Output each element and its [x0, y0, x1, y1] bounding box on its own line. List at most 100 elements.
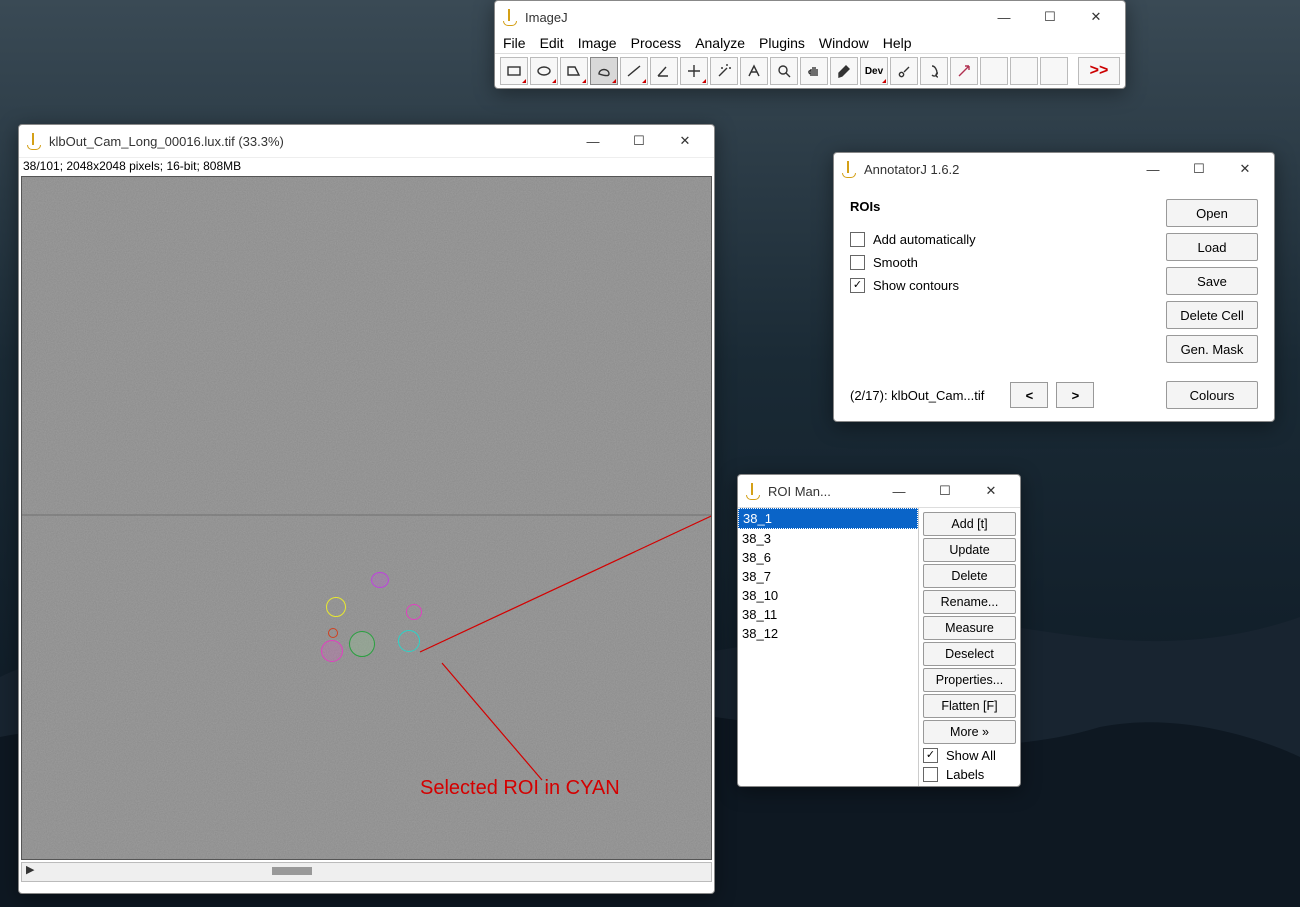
- check-smooth[interactable]: Smooth: [850, 255, 1166, 270]
- menu-analyze[interactable]: Analyze: [695, 35, 745, 51]
- update-button[interactable]: Update: [923, 538, 1016, 562]
- maximize-button[interactable]: ☐: [1176, 154, 1222, 184]
- roi-item[interactable]: 38_6: [738, 548, 918, 567]
- menu-edit[interactable]: Edit: [540, 35, 564, 51]
- image-title: klbOut_Cam_Long_00016.lux.tif (33.3%): [49, 134, 570, 149]
- dev-tool[interactable]: Dev: [860, 57, 888, 85]
- roi-item[interactable]: 38_3: [738, 529, 918, 548]
- image-window: klbOut_Cam_Long_00016.lux.tif (33.3%) — …: [18, 124, 715, 894]
- menu-window[interactable]: Window: [819, 35, 869, 51]
- roi-item[interactable]: 38_10: [738, 586, 918, 605]
- roi-3[interactable]: [321, 640, 343, 662]
- blank1[interactable]: [980, 57, 1008, 85]
- next-button[interactable]: >: [1056, 382, 1094, 408]
- image-info: 38/101; 2048x2048 pixels; 16-bit; 808MB: [19, 157, 714, 174]
- menu-help[interactable]: Help: [883, 35, 912, 51]
- imagej-titlebar[interactable]: ImageJ — ☐ ✕: [495, 1, 1125, 33]
- roi-item[interactable]: 38_12: [738, 624, 918, 643]
- menu-image[interactable]: Image: [578, 35, 617, 51]
- maximize-button[interactable]: ☐: [1027, 2, 1073, 32]
- open-button[interactable]: Open: [1166, 199, 1258, 227]
- maximize-button[interactable]: ☐: [616, 126, 662, 156]
- roi-4[interactable]: [326, 597, 346, 617]
- measure-button[interactable]: Measure: [923, 616, 1016, 640]
- blank2[interactable]: [1010, 57, 1038, 85]
- rois-header: ROIs: [850, 199, 1166, 214]
- load-button[interactable]: Load: [1166, 233, 1258, 261]
- callout-label: Selected ROI in CYAN: [420, 777, 620, 800]
- maximize-button[interactable]: ☐: [922, 476, 968, 506]
- blank3[interactable]: [1040, 57, 1068, 85]
- imagej-menubar: File Edit Image Process Analyze Plugins Window…: [495, 33, 1125, 53]
- roi-item[interactable]: 38_11: [738, 605, 918, 624]
- annotatorj-title: AnnotatorJ 1.6.2: [864, 162, 1130, 177]
- roi-6[interactable]: [371, 572, 389, 588]
- wand-tool[interactable]: [710, 57, 738, 85]
- delete-cell-button[interactable]: Delete Cell: [1166, 301, 1258, 329]
- flatten-f--button[interactable]: Flatten [F]: [923, 694, 1016, 718]
- line-tool[interactable]: [620, 57, 648, 85]
- menu-process[interactable]: Process: [631, 35, 682, 51]
- imagej-icon: [840, 161, 856, 177]
- close-button[interactable]: ✕: [1222, 154, 1268, 184]
- roi-manager-window: ROI Man... — ☐ ✕ 38_138_338_638_738_1038…: [737, 474, 1021, 787]
- arrow-tool[interactable]: [950, 57, 978, 85]
- imagej-icon: [501, 9, 517, 25]
- slice-scrollbar[interactable]: [21, 862, 712, 882]
- dropper-tool[interactable]: [830, 57, 858, 85]
- rename--button[interactable]: Rename...: [923, 590, 1016, 614]
- colours-button[interactable]: Colours: [1166, 381, 1258, 409]
- polygon-tool[interactable]: [560, 57, 588, 85]
- more--button[interactable]: More »: [923, 720, 1016, 744]
- menu-file[interactable]: File: [503, 35, 526, 51]
- roi-item[interactable]: 38_1: [738, 508, 918, 529]
- image-canvas[interactable]: Selected ROI in CYAN: [21, 176, 712, 860]
- point-tool[interactable]: [680, 57, 708, 85]
- angle-tool[interactable]: [650, 57, 678, 85]
- roi-manager-titlebar[interactable]: ROI Man... — ☐ ✕: [738, 475, 1020, 507]
- annotatorj-window: AnnotatorJ 1.6.2 — ☐ ✕ ROIs Add automati…: [833, 152, 1275, 422]
- save-button[interactable]: Save: [1166, 267, 1258, 295]
- roi-5[interactable]: [406, 604, 422, 620]
- add-t--button[interactable]: Add [t]: [923, 512, 1016, 536]
- nav-info: (2/17): klbOut_Cam...tif: [850, 388, 984, 403]
- prev-button[interactable]: <: [1010, 382, 1048, 408]
- roi-2[interactable]: [349, 631, 375, 657]
- imagej-title: ImageJ: [525, 10, 981, 25]
- image-titlebar[interactable]: klbOut_Cam_Long_00016.lux.tif (33.3%) — …: [19, 125, 714, 157]
- imagej-toolbar: Dev >>: [495, 53, 1125, 88]
- zoom-tool[interactable]: [770, 57, 798, 85]
- oval-tool[interactable]: [530, 57, 558, 85]
- close-button[interactable]: ✕: [662, 126, 708, 156]
- text-tool[interactable]: [740, 57, 768, 85]
- gen-mask-button[interactable]: Gen. Mask: [1166, 335, 1258, 363]
- menu-plugins[interactable]: Plugins: [759, 35, 805, 51]
- minimize-button[interactable]: —: [876, 476, 922, 506]
- flood-tool[interactable]: [920, 57, 948, 85]
- properties--button[interactable]: Properties...: [923, 668, 1016, 692]
- close-button[interactable]: ✕: [968, 476, 1014, 506]
- minimize-button[interactable]: —: [981, 2, 1027, 32]
- check-show-contours[interactable]: ✓Show contours: [850, 278, 1166, 293]
- check-add-automatically[interactable]: Add automatically: [850, 232, 1166, 247]
- close-button[interactable]: ✕: [1073, 2, 1119, 32]
- hand-tool[interactable]: [800, 57, 828, 85]
- roi-1[interactable]: [398, 630, 420, 652]
- deselect-button[interactable]: Deselect: [923, 642, 1016, 666]
- roi-list[interactable]: 38_138_338_638_738_1038_1138_12: [738, 508, 918, 786]
- brush-tool[interactable]: [890, 57, 918, 85]
- annotatorj-titlebar[interactable]: AnnotatorJ 1.6.2 — ☐ ✕: [834, 153, 1274, 185]
- roi-manager-title: ROI Man...: [768, 484, 876, 499]
- check-show-all[interactable]: ✓Show All: [923, 748, 1016, 763]
- rectangle-tool[interactable]: [500, 57, 528, 85]
- delete-button[interactable]: Delete: [923, 564, 1016, 588]
- more-tools[interactable]: >>: [1078, 57, 1120, 85]
- freehand-tool[interactable]: [590, 57, 618, 85]
- check-labels[interactable]: Labels: [923, 767, 1016, 782]
- minimize-button[interactable]: —: [570, 126, 616, 156]
- roi-7[interactable]: [328, 628, 338, 638]
- imagej-icon: [25, 133, 41, 149]
- imagej-window: ImageJ — ☐ ✕ File Edit Image Process Analyze…: [494, 0, 1126, 89]
- minimize-button[interactable]: —: [1130, 154, 1176, 184]
- roi-item[interactable]: 38_7: [738, 567, 918, 586]
